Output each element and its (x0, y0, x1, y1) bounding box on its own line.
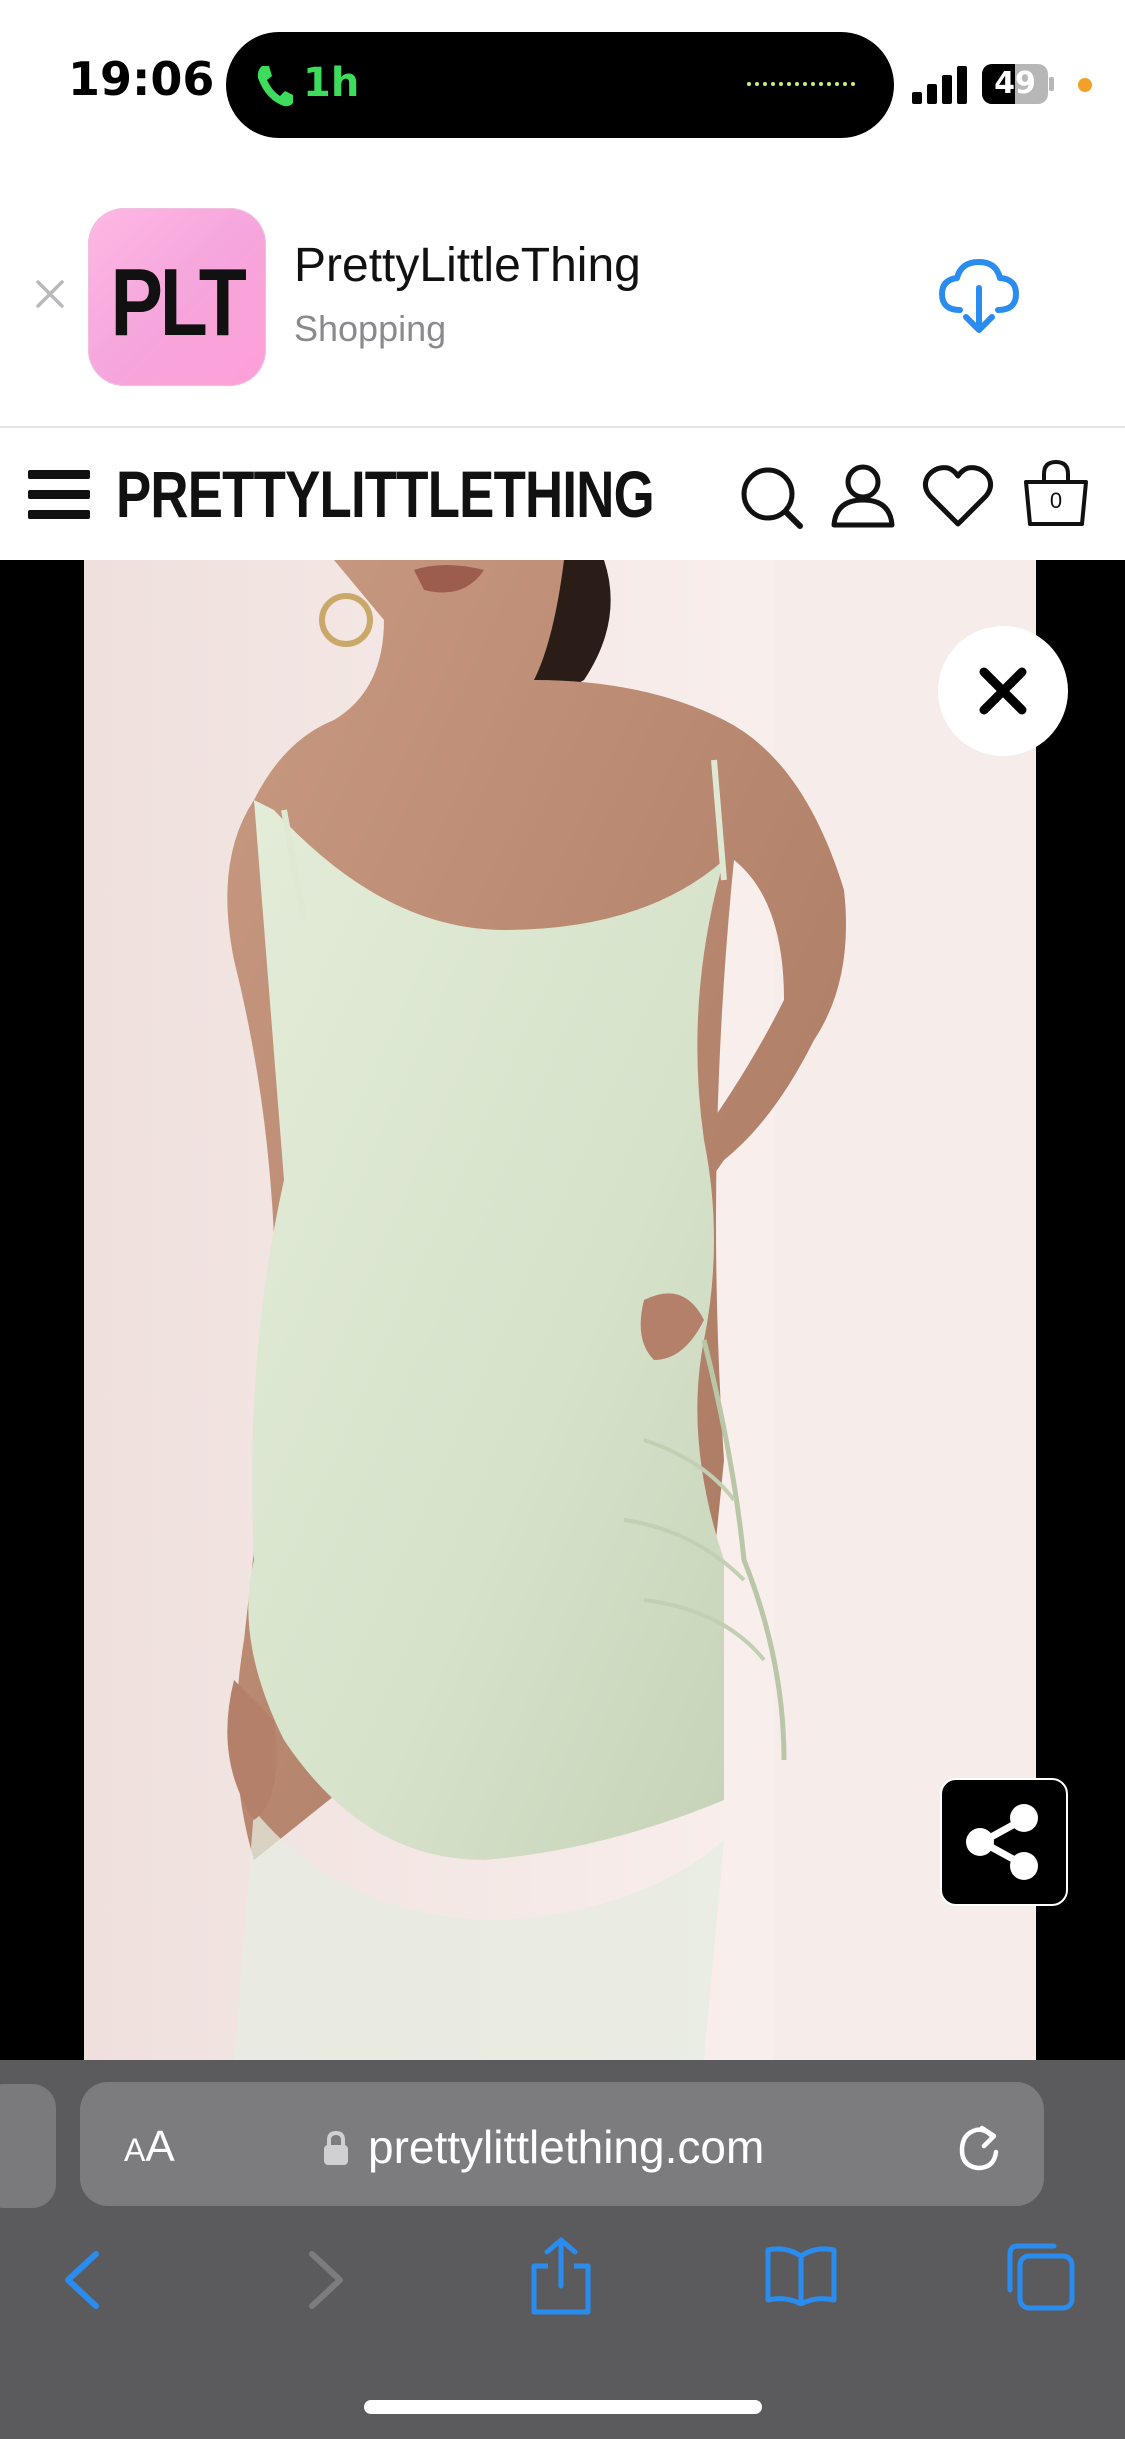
bag-count: 0 (1049, 488, 1063, 513)
battery-level: 49 (994, 66, 1036, 101)
clock: 19:06 (68, 52, 215, 106)
hamburger-menu-icon[interactable] (28, 468, 92, 522)
url-text[interactable]: prettylittlething.com (368, 2120, 764, 2174)
close-icon[interactable] (30, 274, 70, 314)
cloud-download-icon[interactable] (938, 258, 1020, 334)
aa-big-label: A (145, 2122, 175, 2171)
site-logo[interactable]: PRETTYLITTLETHING (116, 456, 655, 532)
forward-icon[interactable] (304, 2248, 348, 2312)
app-category: Shopping (294, 308, 447, 349)
reload-icon[interactable] (954, 2122, 1004, 2174)
call-duration: 1h (303, 60, 360, 106)
phone-icon (257, 66, 293, 107)
lock-icon (324, 2130, 348, 2165)
privacy-indicator-dot (1078, 78, 1092, 92)
previous-tab-peek[interactable] (0, 2084, 56, 2208)
share-icon[interactable] (940, 1778, 1068, 1906)
bookmarks-icon[interactable] (764, 2244, 838, 2306)
home-indicator[interactable] (364, 2400, 762, 2414)
signal-icon (912, 66, 967, 104)
aa-small-label: A (124, 2132, 146, 2168)
account-icon[interactable] (830, 462, 896, 528)
tabs-icon[interactable] (1004, 2240, 1076, 2312)
product-photo[interactable] (84, 560, 1036, 2060)
heart-icon[interactable] (922, 464, 994, 528)
audio-waveform-icon (747, 82, 855, 86)
app-name: PrettyLittleThing (294, 239, 641, 292)
close-icon[interactable] (938, 626, 1068, 756)
back-icon[interactable] (60, 2248, 104, 2312)
share-icon[interactable] (528, 2236, 594, 2316)
search-icon[interactable] (738, 464, 804, 530)
app-icon-label: PLT (110, 249, 247, 356)
reader-settings-button[interactable]: AA (124, 2122, 175, 2172)
